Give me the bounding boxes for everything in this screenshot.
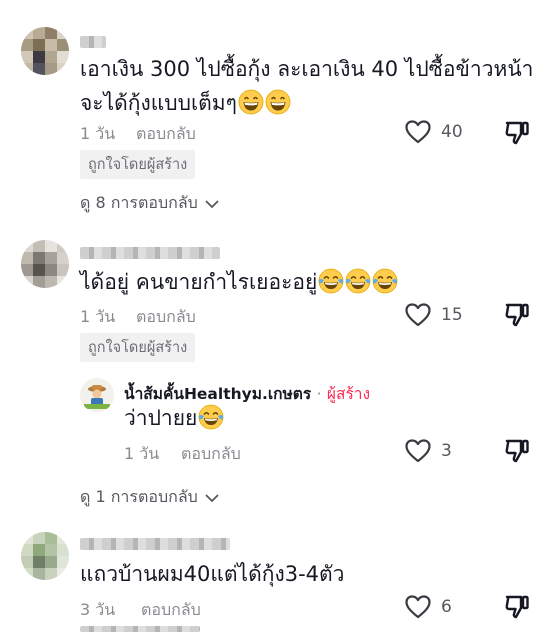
like-count: 3 xyxy=(441,441,452,461)
liked-by-creator-badge: ถูกใจโดยผู้สร้าง xyxy=(80,333,196,362)
reply-time: 1 วัน xyxy=(124,444,160,463)
comment-time: 1 วัน xyxy=(80,307,116,326)
comment-text: เอาเงิน 300 ไปซื้อกุ้ง ละเอาเงิน 40 ไปซื… xyxy=(80,57,534,81)
reply-button[interactable]: ตอบกลับ xyxy=(141,598,201,623)
like-count: 6 xyxy=(441,597,452,617)
username-blurred[interactable] xyxy=(80,36,106,48)
comment-text: แถวบ้านผม40แต่ได้กุ้ง3-4ตัว xyxy=(80,562,345,586)
dislike-icon[interactable] xyxy=(504,120,530,146)
view-replies-label: ดู 1 การตอบกลับ xyxy=(80,487,198,506)
reply-button[interactable]: ตอบกลับ xyxy=(136,122,196,147)
dislike-icon[interactable] xyxy=(504,302,530,328)
like-button[interactable]: 3 xyxy=(405,439,452,463)
reply-button[interactable]: ตอบกลับ xyxy=(136,305,196,330)
badge-blurred xyxy=(80,626,200,632)
comment-text: ได้อยู่ คนขายกำไรเยอะอยู่ xyxy=(80,265,398,299)
heart-outline-icon xyxy=(405,120,431,144)
like-button[interactable]: 6 xyxy=(405,595,452,619)
grinning-emoji xyxy=(265,89,291,115)
creator-avatar[interactable] xyxy=(80,378,114,412)
creator-label: ผู้สร้าง xyxy=(326,385,371,403)
chevron-down-icon xyxy=(205,199,219,208)
tears-of-joy-emoji xyxy=(345,268,371,294)
username-blurred[interactable] xyxy=(80,247,220,259)
comment-time: 3 วัน xyxy=(80,600,116,619)
separator-dot: · xyxy=(316,385,322,403)
tears-of-joy-emoji xyxy=(198,404,224,430)
reply-button[interactable]: ตอบกลับ xyxy=(181,442,241,467)
like-button[interactable]: 15 xyxy=(405,303,463,327)
heart-outline-icon xyxy=(405,595,431,619)
avatar[interactable] xyxy=(21,240,69,288)
comment-time: 1 วัน xyxy=(80,124,116,143)
heart-outline-icon xyxy=(405,439,431,463)
username-blurred[interactable] xyxy=(80,538,230,550)
dislike-icon[interactable] xyxy=(504,594,530,620)
view-replies-label: ดู 8 การตอบกลับ xyxy=(80,193,198,212)
grinning-emoji xyxy=(238,89,264,115)
avatar[interactable] xyxy=(21,532,69,580)
like-count: 15 xyxy=(441,305,463,325)
like-button[interactable]: 40 xyxy=(405,120,463,144)
liked-by-creator-badge: ถูกใจโดยผู้สร้าง xyxy=(80,150,196,179)
avatar[interactable] xyxy=(21,27,69,75)
dislike-icon[interactable] xyxy=(504,438,530,464)
tears-of-joy-emoji xyxy=(318,268,344,294)
view-replies-button[interactable]: ดู 8 การตอบกลับ xyxy=(80,191,220,216)
like-count: 40 xyxy=(441,122,463,142)
farmer-logo xyxy=(80,378,114,412)
chevron-down-icon xyxy=(205,493,219,502)
heart-outline-icon xyxy=(405,303,431,327)
reply-text: ว่าปายย xyxy=(124,401,224,435)
view-replies-button[interactable]: ดู 1 การตอบกลับ xyxy=(80,485,220,510)
tears-of-joy-emoji xyxy=(372,268,398,294)
comment-text-line2: จะได้กุ้งแบบเต็มๆ xyxy=(80,86,291,120)
